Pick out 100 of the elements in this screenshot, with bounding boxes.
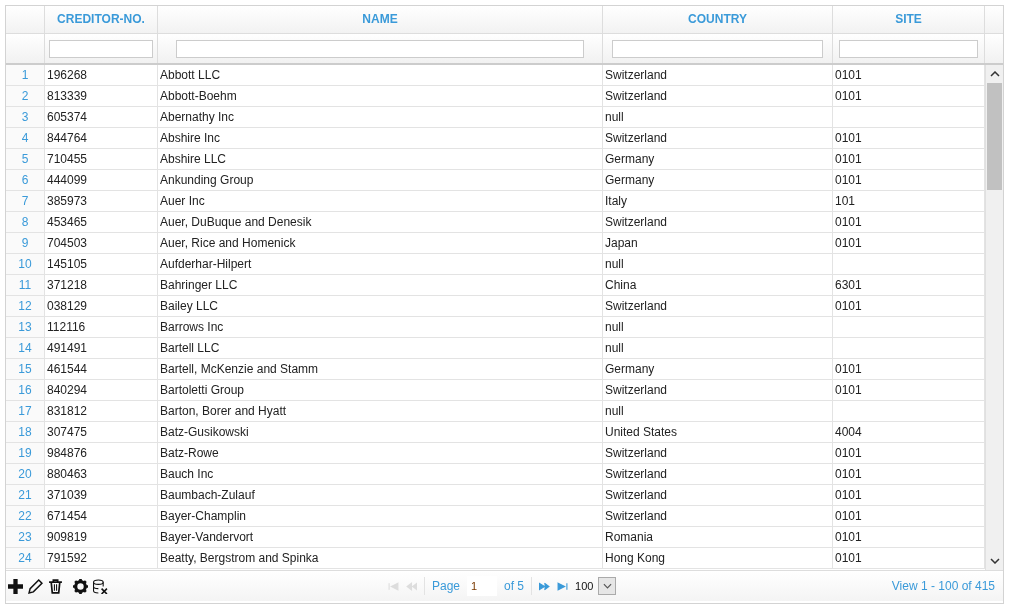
scroll-down-icon[interactable] (989, 558, 1000, 564)
filter-field[interactable] (612, 39, 823, 58)
row-number: 24 (6, 548, 45, 568)
row-number: 5 (6, 149, 45, 169)
table-cell: Switzerland (603, 212, 833, 232)
table-cell: Beatty, Bergstrom and Spinka (158, 548, 603, 568)
row-number: 20 (6, 464, 45, 484)
scrollbar[interactable] (985, 65, 1003, 570)
table-cell: Barrows Inc (158, 317, 603, 337)
row-number: 13 (6, 317, 45, 337)
table-cell: 385973 (45, 191, 158, 211)
table-cell: Switzerland (603, 506, 833, 526)
row-number: 11 (6, 275, 45, 295)
page-label: Page (432, 579, 461, 593)
table-cell: null (603, 317, 833, 337)
row-number: 18 (6, 422, 45, 442)
table-cell: Switzerland (603, 443, 833, 463)
row-number: 21 (6, 485, 45, 505)
table-cell: null (603, 401, 833, 421)
table-cell: 196268 (45, 65, 158, 85)
database-clear-icon[interactable] (93, 578, 108, 594)
pencil-icon[interactable] (28, 578, 43, 594)
table-cell: Bahringer LLC (158, 275, 603, 295)
scroll-up-icon[interactable] (989, 71, 1000, 77)
row-number: 10 (6, 254, 45, 274)
table-cell: Ankunding Group (158, 170, 603, 190)
table-cell: Germany (603, 359, 833, 379)
filter-field[interactable] (49, 39, 153, 58)
table-cell: 831812 (45, 401, 158, 421)
table-cell: Germany (603, 170, 833, 190)
dropdown-button[interactable] (598, 577, 617, 595)
column-header[interactable]: NAME (158, 6, 603, 33)
add-icon[interactable] (8, 578, 23, 594)
table-cell: 704503 (45, 233, 158, 253)
table-cell: China (603, 275, 833, 295)
table-cell: Bayer-Vandervort (158, 527, 603, 547)
table-cell: Abshire LLC (158, 149, 603, 169)
trash-icon[interactable] (48, 578, 63, 594)
table-cell: null (603, 254, 833, 274)
row-number: 8 (6, 212, 45, 232)
table-cell: 605374 (45, 107, 158, 127)
column-header[interactable]: COUNTRY (603, 6, 833, 33)
table-cell: 038129 (45, 296, 158, 316)
table-cell: Abernathy Inc (158, 107, 603, 127)
table-cell: Switzerland (603, 485, 833, 505)
table-cell: Romania (603, 527, 833, 547)
scroll-thumb[interactable] (987, 83, 1002, 190)
row-number: 23 (6, 527, 45, 547)
filter-field[interactable] (176, 39, 584, 58)
row-number: 2 (6, 86, 45, 106)
table-cell: Auer, DuBuque and Denesik (158, 212, 603, 232)
gear-icon[interactable] (73, 578, 88, 594)
table-cell: Bailey LLC (158, 296, 603, 316)
table-cell: Bartoletti Group (158, 380, 603, 400)
table-cell: Switzerland (603, 65, 833, 85)
row-number: 22 (6, 506, 45, 526)
table-cell: Switzerland (603, 296, 833, 316)
table-cell: 880463 (45, 464, 158, 484)
table-cell: 453465 (45, 212, 158, 232)
table-cell: United States (603, 422, 833, 442)
caret-icon (602, 583, 612, 589)
table-cell: 909819 (45, 527, 158, 547)
table-cell: Batz-Rowe (158, 443, 603, 463)
table-cell: Abbott-Boehm (158, 86, 603, 106)
table-cell: Bauch Inc (158, 464, 603, 484)
next-page-icon[interactable] (539, 581, 551, 591)
table-cell: 145105 (45, 254, 158, 274)
table-cell: Abshire Inc (158, 128, 603, 148)
table-cell: 840294 (45, 380, 158, 400)
row-number: 9 (6, 233, 45, 253)
table-cell: Baumbach-Zulauf (158, 485, 603, 505)
column-header[interactable]: SITE (833, 6, 985, 33)
row-number: 4 (6, 128, 45, 148)
table-cell: 371218 (45, 275, 158, 295)
table-cell: 491491 (45, 338, 158, 358)
table-cell: null (603, 107, 833, 127)
record-count: View 1 - 100 of 415 (891, 579, 995, 593)
last-page-icon[interactable] (557, 581, 569, 591)
row-number: 12 (6, 296, 45, 316)
table-cell: Switzerland (603, 128, 833, 148)
table-cell: 671454 (45, 506, 158, 526)
table-cell: 710455 (45, 149, 158, 169)
page-count: of 5 (504, 579, 525, 593)
table-cell: 813339 (45, 86, 158, 106)
column-header[interactable]: CREDITOR-NO. (45, 6, 158, 33)
filter-field[interactable] (839, 39, 978, 58)
table-cell: Bartell LLC (158, 338, 603, 358)
table-cell: 844764 (45, 128, 158, 148)
row-number: 16 (6, 380, 45, 400)
table-cell: Bartell, McKenzie and Stamm (158, 359, 603, 379)
table-cell: Italy (603, 191, 833, 211)
row-number: 19 (6, 443, 45, 463)
table-cell: null (603, 338, 833, 358)
table-cell: Auer, Rice and Homenick (158, 233, 603, 253)
table-cell: 444099 (45, 170, 158, 190)
table-cell: Germany (603, 149, 833, 169)
page-size-value[interactable]: 100 (575, 580, 594, 592)
table-cell: Switzerland (603, 464, 833, 484)
table-cell: 984876 (45, 443, 158, 463)
row-number: 14 (6, 338, 45, 358)
